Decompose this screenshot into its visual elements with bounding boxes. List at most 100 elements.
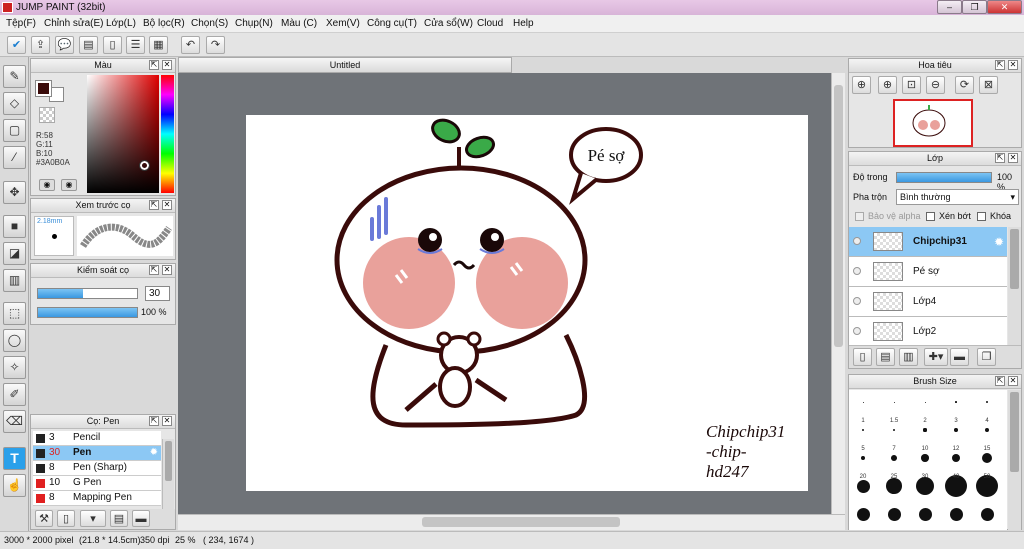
close-icon[interactable]: ✕ [162,265,172,275]
float-icon[interactable]: ⇱ [149,265,159,275]
brush-size-dot[interactable] [862,401,864,403]
float-icon[interactable]: ⇱ [995,60,1005,70]
brush-size-dot[interactable] [923,428,927,432]
eyedropper-icon[interactable]: ◉ [61,179,77,191]
zoom-in-icon[interactable]: ⊕ [852,76,871,94]
redo-icon[interactable]: ↷ [206,36,225,54]
visibility-icon[interactable] [853,327,861,335]
lasso-tool-icon[interactable]: ◯ [3,329,26,352]
background-color-swatch[interactable] [49,87,64,102]
brush-list-item[interactable]: 30 Pen ✹ [33,446,161,461]
brush-list-item[interactable]: 8 Mapping Pen [33,491,161,506]
hand-tool-icon[interactable]: ☝ [3,474,26,497]
close-icon[interactable]: ✕ [162,200,172,210]
close-icon[interactable]: ✕ [1008,376,1018,386]
rect-select-tool-icon[interactable]: ⬚ [3,302,26,325]
brush-settings-icon[interactable]: ⚒ [35,510,53,527]
comment-icon[interactable]: 💬 [55,36,74,54]
undo-icon[interactable]: ↶ [181,36,200,54]
brush-size-dot[interactable] [921,454,929,462]
brush-size-dot[interactable] [924,401,926,403]
check-icon[interactable]: ✔ [7,36,26,54]
hue-slider[interactable] [161,75,174,193]
brush-size-dot[interactable] [986,401,988,403]
menu-edit[interactable]: Chỉnh sửa(E) [44,18,104,29]
menu-filter[interactable]: Bộ lọc(R) [143,18,185,29]
brush-size-dot[interactable] [954,428,958,432]
brush-size-dot[interactable] [981,452,993,464]
rotate-icon[interactable]: ⟳ [955,76,974,94]
horizontal-scroll-thumb[interactable] [422,517,620,527]
transparent-color-swatch[interactable] [39,107,55,123]
bucket-tool-icon[interactable]: ◪ [3,242,26,265]
close-button[interactable]: ✕ [987,0,1022,14]
float-icon[interactable]: ⇱ [995,376,1005,386]
artwork-canvas[interactable]: Pé sợ Chipchip31 -chip- hd247 [246,115,808,491]
menu-capture[interactable]: Chụp(N) [235,18,273,29]
fit-view-icon[interactable]: ⊡ [902,76,921,94]
brush-size-dot[interactable] [856,507,870,521]
lock-checkbox[interactable] [977,212,986,221]
brush-size-dot[interactable] [893,401,895,403]
export-icon[interactable]: ⇪ [31,36,50,54]
brush-size-dot[interactable] [984,427,990,433]
menu-select[interactable]: Chọn(S) [191,18,228,29]
clipping-checkbox[interactable] [926,212,935,221]
brush-list-item[interactable]: 8 Pen (Sharp) [33,461,161,476]
canvas-horizontal-scrollbar[interactable] [178,514,845,530]
brush-tool-icon[interactable]: ✎ [3,65,26,88]
add-layer-menu-icon[interactable]: ✚▾ [924,348,948,366]
grid-icon[interactable]: ▦ [149,36,168,54]
text-tool-icon[interactable]: T [3,447,26,470]
brush-size-dot[interactable] [886,478,902,494]
brush-size-dot[interactable] [918,507,932,521]
magic-wand-tool-icon[interactable]: ✧ [3,356,26,379]
gear-icon[interactable]: ✹ [150,446,158,460]
line-tool-icon[interactable]: ⁄ [3,146,26,169]
brush-size-dot[interactable] [892,428,896,432]
maximize-button[interactable]: ❐ [962,0,987,14]
brush-size-dot[interactable] [951,453,961,463]
layer-folder-icon[interactable]: ▬ [950,348,969,366]
layer-row[interactable]: Lớp2 [849,317,1007,345]
saturation-value-picker[interactable] [87,75,159,193]
layer-row[interactable]: Lớp4 [849,287,1007,317]
fill-rect-tool-icon[interactable]: ■ [3,215,26,238]
brush-size-dot[interactable] [980,507,994,521]
navigator-thumbnail[interactable] [893,99,973,147]
float-icon[interactable]: ⇱ [149,60,159,70]
copy-layer-icon[interactable]: ▥ [899,348,918,366]
menu-window[interactable]: Cửa sổ(W) [424,18,473,29]
new-layer-icon[interactable]: ▯ [853,348,872,366]
canvas-vertical-scrollbar[interactable] [831,73,845,514]
visibility-icon[interactable] [853,237,861,245]
gradient-tool-icon[interactable]: ▥ [3,269,26,292]
new-layer-from-icon[interactable]: ▤ [876,348,895,366]
message-icon[interactable]: ▤ [79,36,98,54]
float-icon[interactable]: ⇱ [149,416,159,426]
brush-copy-icon[interactable]: ▤ [110,510,128,527]
visibility-icon[interactable] [853,267,861,275]
brush-options-icon[interactable]: ▾ [80,510,106,527]
vertical-scroll-thumb[interactable] [834,85,843,347]
document-icon[interactable]: ▯ [103,36,122,54]
brush-size-dot[interactable] [860,455,866,461]
layer-row[interactable]: Pé sợ [849,257,1007,287]
float-icon[interactable]: ⇱ [995,153,1005,163]
brush-list-item[interactable]: 10 G Pen [33,476,161,491]
layer-opacity-slider[interactable] [896,172,992,183]
brush-size-dot[interactable] [887,507,901,521]
canvas-area[interactable]: Pé sợ Chipchip31 -chip- hd247 [178,73,831,514]
new-brush-icon[interactable]: ▯ [57,510,75,527]
select-pen-tool-icon[interactable]: ✐ [3,383,26,406]
menu-help[interactable]: Help [513,18,534,29]
brush-size-dot[interactable] [856,479,870,493]
close-icon[interactable]: ✕ [162,60,172,70]
gear-icon[interactable]: ✹ [994,235,1004,249]
flip-icon[interactable]: ⊠ [979,76,998,94]
menu-layer[interactable]: Lớp(L) [106,18,136,29]
layer-list-scrollbar[interactable] [1008,227,1021,345]
document-tab[interactable]: Untitled [178,57,512,73]
merge-layer-icon[interactable]: ❐ [977,348,996,366]
brush-size-dot[interactable] [955,401,957,403]
